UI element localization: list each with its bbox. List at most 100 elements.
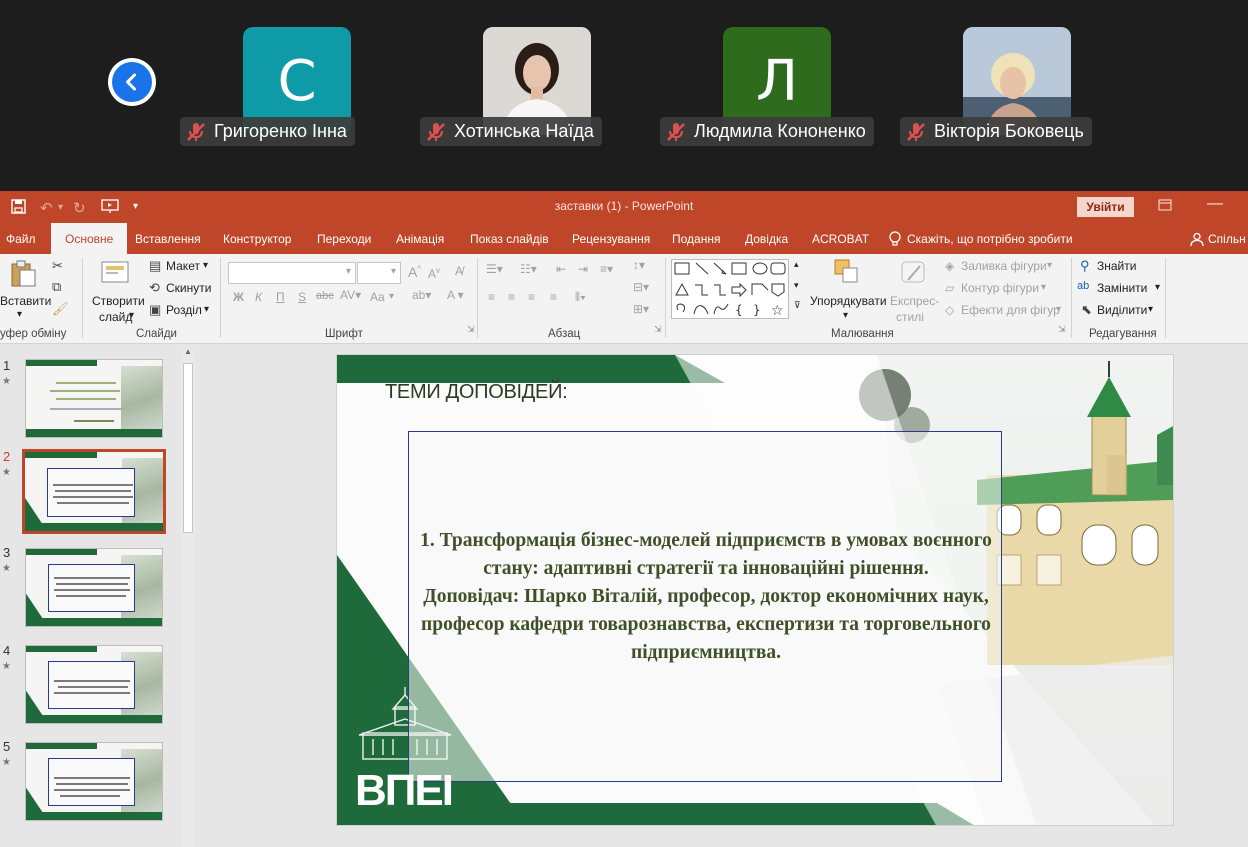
quick-styles-button[interactable]: Експрес- — [890, 294, 939, 308]
decrease-font-size-icon[interactable]: Av — [428, 266, 440, 281]
tab-review[interactable]: Рецензування — [572, 223, 650, 254]
paste-dropdown-icon[interactable]: ▾ — [17, 309, 22, 320]
arrange-dropdown-icon[interactable]: ▾ — [843, 310, 848, 321]
slide-canvas[interactable]: ТЕМИ ДОПОВІДЕЙ: 1. Трансформація бізнес-… — [336, 354, 1174, 826]
tab-design[interactable]: Конструктор — [223, 223, 291, 254]
shape-fill-icon[interactable]: ◈ — [945, 259, 954, 273]
font-size-dropdown-icon[interactable]: ▾ — [391, 266, 396, 277]
tab-slideshow[interactable]: Показ слайдів — [470, 223, 549, 254]
arrange-button[interactable]: Упорядкувати — [810, 294, 887, 308]
minimize-icon[interactable]: — — [1207, 195, 1223, 213]
copy-icon[interactable]: ⧉ — [52, 279, 61, 295]
shape-outline-icon[interactable]: ▱ — [945, 281, 954, 295]
decrease-indent-icon[interactable]: ⇤ — [556, 262, 566, 276]
scroll-thumb[interactable] — [183, 363, 193, 533]
new-slide-label[interactable]: Створити — [92, 294, 145, 308]
tell-me-search[interactable]: Скажіть, що потрібно зробити — [888, 223, 1073, 254]
shapes-more-icon[interactable]: ⊽ — [794, 300, 801, 311]
shapes-gallery[interactable]: { } ☆ — [671, 259, 789, 319]
tab-insert[interactable]: Вставлення — [135, 223, 201, 254]
text-direction-icon[interactable]: ↕▾ — [633, 258, 645, 272]
font-family-dropdown-icon[interactable]: ▾ — [346, 266, 351, 277]
select-dropdown-icon[interactable]: ▾ — [1148, 304, 1153, 315]
reset-button[interactable]: Скинути — [166, 281, 211, 295]
format-painter-icon[interactable]: 🖌 — [52, 301, 69, 317]
tab-home[interactable]: Основне — [51, 223, 128, 254]
slide-thumbnail[interactable] — [25, 645, 163, 724]
bold-button[interactable]: Ж — [233, 290, 244, 304]
align-right-icon[interactable]: ≡ — [528, 290, 535, 304]
select-button[interactable]: Виділити — [1097, 303, 1147, 317]
paste-button[interactable]: Вставити — [0, 294, 51, 308]
quick-styles-icon[interactable] — [900, 258, 928, 289]
slide-thumbnail-selected[interactable] — [22, 449, 166, 534]
increase-font-size-icon[interactable]: A^ — [408, 264, 421, 280]
font-family-field[interactable]: ▾ — [228, 262, 356, 284]
shape-fill-dropdown-icon[interactable]: ▾ — [1047, 260, 1052, 271]
shadow-button[interactable]: S — [298, 290, 306, 304]
replace-icon[interactable]: ab — [1077, 280, 1089, 292]
drawing-dialog-launcher-icon[interactable]: ⇲ — [1058, 324, 1066, 335]
shape-effects-dropdown-icon[interactable]: ▾ — [1056, 304, 1061, 315]
shape-effects-icon[interactable]: ◇ — [945, 303, 954, 317]
bullets-icon[interactable]: ☰▾ — [486, 262, 503, 276]
select-icon[interactable]: ⬉ — [1081, 302, 1092, 318]
new-slide-label-2[interactable]: слайд — [99, 310, 132, 324]
shape-outline-button[interactable]: Контур фігури — [961, 281, 1039, 295]
smartart-icon[interactable]: ⊞▾ — [633, 302, 649, 316]
replace-button[interactable]: Замінити — [1097, 281, 1147, 295]
font-dialog-launcher-icon[interactable]: ⇲ — [467, 324, 475, 335]
paragraph-dialog-launcher-icon[interactable]: ⇲ — [654, 324, 662, 335]
signin-button[interactable]: Увійти — [1077, 197, 1134, 217]
slide-body-text[interactable]: 1. Трансформація бізнес-моделей підприєм… — [409, 527, 1003, 667]
layout-dropdown-icon[interactable]: ▾ — [203, 260, 208, 271]
replace-dropdown-icon[interactable]: ▾ — [1155, 282, 1160, 293]
font-color-icon[interactable]: A ▾ — [447, 288, 464, 302]
arrange-icon[interactable] — [833, 258, 861, 289]
section-button[interactable]: Розділ — [166, 303, 202, 317]
italic-button[interactable]: К — [255, 290, 262, 304]
columns-icon[interactable]: ⫴▾ — [575, 290, 586, 305]
character-spacing-icon[interactable]: AV▾ — [340, 288, 361, 302]
find-icon[interactable]: ⚲ — [1080, 258, 1090, 274]
ribbon-display-options-icon[interactable] — [1158, 199, 1172, 214]
cut-icon[interactable]: ✂ — [52, 258, 63, 274]
share-button[interactable]: Спільн — [1190, 223, 1246, 254]
shapes-scroll-up-icon[interactable]: ▴ — [794, 259, 799, 270]
underline-button[interactable]: П — [276, 290, 285, 304]
change-case-dropdown-icon[interactable]: ▾ — [389, 291, 394, 302]
section-dropdown-icon[interactable]: ▾ — [204, 304, 209, 315]
align-left-icon[interactable]: ≡ — [488, 290, 495, 304]
tab-animations[interactable]: Анімація — [396, 223, 444, 254]
tab-transitions[interactable]: Переходи — [317, 223, 371, 254]
shape-fill-button[interactable]: Заливка фігури — [961, 259, 1047, 273]
scroll-up-icon[interactable]: ▲ — [184, 347, 192, 356]
shape-outline-dropdown-icon[interactable]: ▾ — [1041, 282, 1046, 293]
shape-effects-button[interactable]: Ефекти для фігур — [961, 303, 1060, 317]
tab-file[interactable]: Файл — [6, 223, 36, 254]
tab-acrobat[interactable]: ACROBAT — [812, 223, 869, 254]
slide-thumbnail[interactable] — [25, 359, 163, 438]
thumbnails-scrollbar[interactable]: ▲ — [181, 347, 195, 847]
tab-view[interactable]: Подання — [672, 223, 720, 254]
section-icon[interactable]: ▣ — [149, 302, 161, 318]
align-center-icon[interactable]: ≡ — [508, 290, 515, 304]
find-button[interactable]: Знайти — [1097, 259, 1136, 273]
back-button[interactable] — [108, 58, 156, 106]
change-case-button[interactable]: Aa — [370, 290, 385, 304]
highlight-icon[interactable]: ab▾ — [412, 288, 431, 302]
slide-thumbnail[interactable] — [25, 548, 163, 627]
align-text-icon[interactable]: ⊟▾ — [633, 280, 649, 294]
shapes-scroll-down-icon[interactable]: ▾ — [794, 280, 799, 291]
new-slide-icon[interactable] — [100, 258, 132, 289]
quick-styles-label-2[interactable]: стилі — [896, 310, 924, 324]
strikethrough-button[interactable]: abc — [316, 290, 334, 302]
slide-title[interactable]: ТЕМИ ДОПОВІДЕЙ: — [385, 381, 568, 404]
line-spacing-icon[interactable]: ≡▾ — [600, 262, 613, 276]
layout-icon[interactable]: ▤ — [149, 258, 161, 274]
reset-icon[interactable]: ⟲ — [149, 280, 160, 296]
tab-help[interactable]: Довідка — [745, 223, 788, 254]
increase-indent-icon[interactable]: ⇥ — [578, 262, 588, 276]
layout-button[interactable]: Макет — [166, 259, 200, 273]
justify-icon[interactable]: ≡ — [550, 290, 557, 304]
